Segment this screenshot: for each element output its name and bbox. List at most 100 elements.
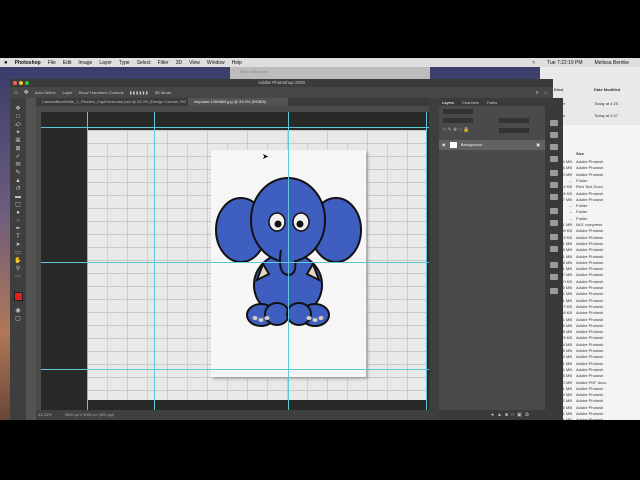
- navigator-panel-icon[interactable]: [550, 262, 558, 268]
- tab-elephant[interactable]: elephant-1269863.jpg @ 33.3% (RGB/8): [188, 98, 288, 106]
- marquee-tool-icon[interactable]: □: [13, 114, 23, 121]
- guide-vertical[interactable]: [426, 112, 427, 410]
- move-tool-icon[interactable]: ✥: [24, 89, 29, 96]
- menu-layer[interactable]: Layer: [99, 60, 112, 66]
- foreground-color-swatch[interactable]: [14, 292, 23, 301]
- apple-icon[interactable]: ●: [4, 60, 8, 66]
- guide-horizontal[interactable]: [41, 127, 429, 128]
- guide-horizontal[interactable]: [41, 369, 429, 370]
- glyphs-panel-icon[interactable]: [550, 274, 558, 280]
- finder-kind: NLE compress: [576, 222, 603, 227]
- layer-select-dropdown[interactable]: Layer: [62, 90, 72, 95]
- finder-kind: Adobe Photosh: [576, 354, 604, 360]
- gradient-tool-icon[interactable]: ▢: [13, 202, 23, 209]
- lock-icons[interactable]: □ ✎ ✥ □ 🔒: [443, 128, 483, 133]
- libraries-panel-icon[interactable]: [550, 156, 558, 162]
- finder-col-date[interactable]: Date Modified: [594, 87, 640, 93]
- options-bar: ⌂ ✥ Auto-Select: Layer Show Transform Co…: [10, 87, 553, 98]
- tab-layers[interactable]: Layers: [442, 100, 454, 105]
- workspace-icon[interactable]: □: [545, 90, 547, 95]
- history-brush-tool-icon[interactable]: ↺: [13, 186, 23, 193]
- blur-tool-icon[interactable]: ●: [13, 210, 23, 217]
- swatches-panel-icon[interactable]: [550, 132, 558, 138]
- eraser-tool-icon[interactable]: ▬: [13, 194, 23, 201]
- shape-tool-icon[interactable]: ▭: [13, 250, 23, 257]
- menu-select[interactable]: Select: [137, 60, 151, 66]
- zoom-button[interactable]: [25, 81, 29, 85]
- quick-mask-icon[interactable]: ◉: [13, 308, 23, 315]
- screen-mode-icon[interactable]: ▢: [13, 316, 23, 323]
- frame-tool-icon[interactable]: ⊠: [13, 146, 23, 153]
- stamp-tool-icon[interactable]: ▲: [13, 178, 23, 185]
- path-select-tool-icon[interactable]: ➤: [13, 242, 23, 249]
- layer-kind-filter[interactable]: [443, 109, 473, 114]
- quick-select-tool-icon[interactable]: ✦: [13, 130, 23, 137]
- tab-canvas-barn-white[interactable]: CanvasBarnWhite_1_Rhodes_CapiHorizontal.…: [36, 98, 186, 106]
- menu-filter[interactable]: Filter: [158, 60, 169, 66]
- document-size[interactable]: 3000 px x 3000 px (300 ppi): [65, 412, 115, 417]
- visibility-eye-icon[interactable]: ◉: [442, 142, 446, 147]
- menubar-user[interactable]: Melissa Bernbe: [595, 60, 629, 66]
- menu-3d[interactable]: 3D: [176, 60, 182, 66]
- guide-vertical[interactable]: [288, 112, 289, 410]
- lock-icon[interactable]: ▣: [536, 140, 540, 150]
- more-tools-icon[interactable]: ⋯: [13, 274, 23, 281]
- menu-view[interactable]: View: [189, 60, 200, 66]
- lasso-tool-icon[interactable]: ⤽: [13, 122, 23, 129]
- history-panel-icon[interactable]: [550, 194, 558, 200]
- menu-file[interactable]: File: [48, 60, 56, 66]
- finder-kind: Adobe Photosh: [576, 291, 604, 297]
- layer-row-background[interactable]: ◉ Background ▣: [439, 140, 545, 150]
- tab-paths[interactable]: Paths: [487, 100, 497, 105]
- zoom-level[interactable]: 33.33%: [38, 412, 52, 417]
- actions-panel-icon[interactable]: [550, 234, 558, 240]
- properties-panel-icon[interactable]: [550, 170, 558, 176]
- auto-select-checkbox[interactable]: Auto-Select:: [35, 90, 57, 95]
- close-button[interactable]: [13, 81, 17, 85]
- blend-mode-dropdown[interactable]: [443, 118, 473, 123]
- letterbox-top: [0, 0, 640, 58]
- opacity-field[interactable]: [499, 118, 529, 123]
- guide-horizontal[interactable]: [41, 262, 429, 263]
- type-tool-icon[interactable]: T: [13, 234, 23, 241]
- timeline-panel-icon[interactable]: [550, 288, 558, 294]
- align-icons[interactable]: ▮▮▮▮▮▮: [130, 90, 149, 95]
- menu-window[interactable]: Window: [207, 60, 225, 66]
- zoom-tool-icon[interactable]: ⚲: [13, 266, 23, 273]
- menu-image[interactable]: Image: [78, 60, 92, 66]
- dodge-tool-icon[interactable]: ○: [13, 218, 23, 225]
- menu-help[interactable]: Help: [232, 60, 242, 66]
- adjustments-panel-icon[interactable]: [550, 144, 558, 150]
- guide-vertical[interactable]: [154, 112, 155, 410]
- home-icon[interactable]: ⌂: [14, 90, 18, 96]
- menu-edit[interactable]: Edit: [63, 60, 72, 66]
- search-icon[interactable]: ⚲: [536, 90, 539, 95]
- minimize-button[interactable]: [19, 81, 23, 85]
- menu-type[interactable]: Type: [119, 60, 130, 66]
- info-panel-icon[interactable]: [550, 246, 558, 252]
- photoshop-window[interactable]: Adobe Photoshop 2020 ⌂ ✥ Auto-Select: La…: [10, 79, 563, 420]
- crop-tool-icon[interactable]: ⌘: [13, 138, 23, 145]
- panel-icons-strip: [545, 98, 563, 420]
- brushes-panel-icon[interactable]: [550, 182, 558, 188]
- pen-tool-icon[interactable]: ✒: [13, 226, 23, 233]
- tab-channels[interactable]: Channels: [462, 100, 479, 105]
- fill-field[interactable]: [499, 128, 529, 133]
- brush-tool-icon[interactable]: ✎: [13, 170, 23, 177]
- color-panel-icon[interactable]: [550, 120, 558, 126]
- hand-tool-icon[interactable]: ✋: [13, 258, 23, 265]
- guide-vertical[interactable]: [87, 112, 88, 410]
- move-tool-icon[interactable]: ✥: [13, 106, 23, 113]
- document-canvas[interactable]: ➤: [41, 112, 429, 410]
- show-transform-checkbox[interactable]: Show Transform Controls: [78, 90, 123, 95]
- healing-tool-icon[interactable]: ✉: [13, 162, 23, 169]
- menu-app-name[interactable]: Photoshop: [15, 60, 41, 66]
- wifi-icon[interactable]: ≈: [532, 60, 535, 66]
- paragraph-panel-icon[interactable]: [550, 220, 558, 226]
- layer-action-icons[interactable]: ●▲■□▣♻: [491, 412, 532, 418]
- character-panel-icon[interactable]: [550, 208, 558, 214]
- layer-name[interactable]: Background: [461, 142, 482, 147]
- eyedropper-tool-icon[interactable]: ✓: [13, 154, 23, 161]
- finder-kind: Adobe Photosh: [576, 234, 604, 240]
- menubar-clock[interactable]: Tue 7:22:19 PM: [547, 60, 582, 66]
